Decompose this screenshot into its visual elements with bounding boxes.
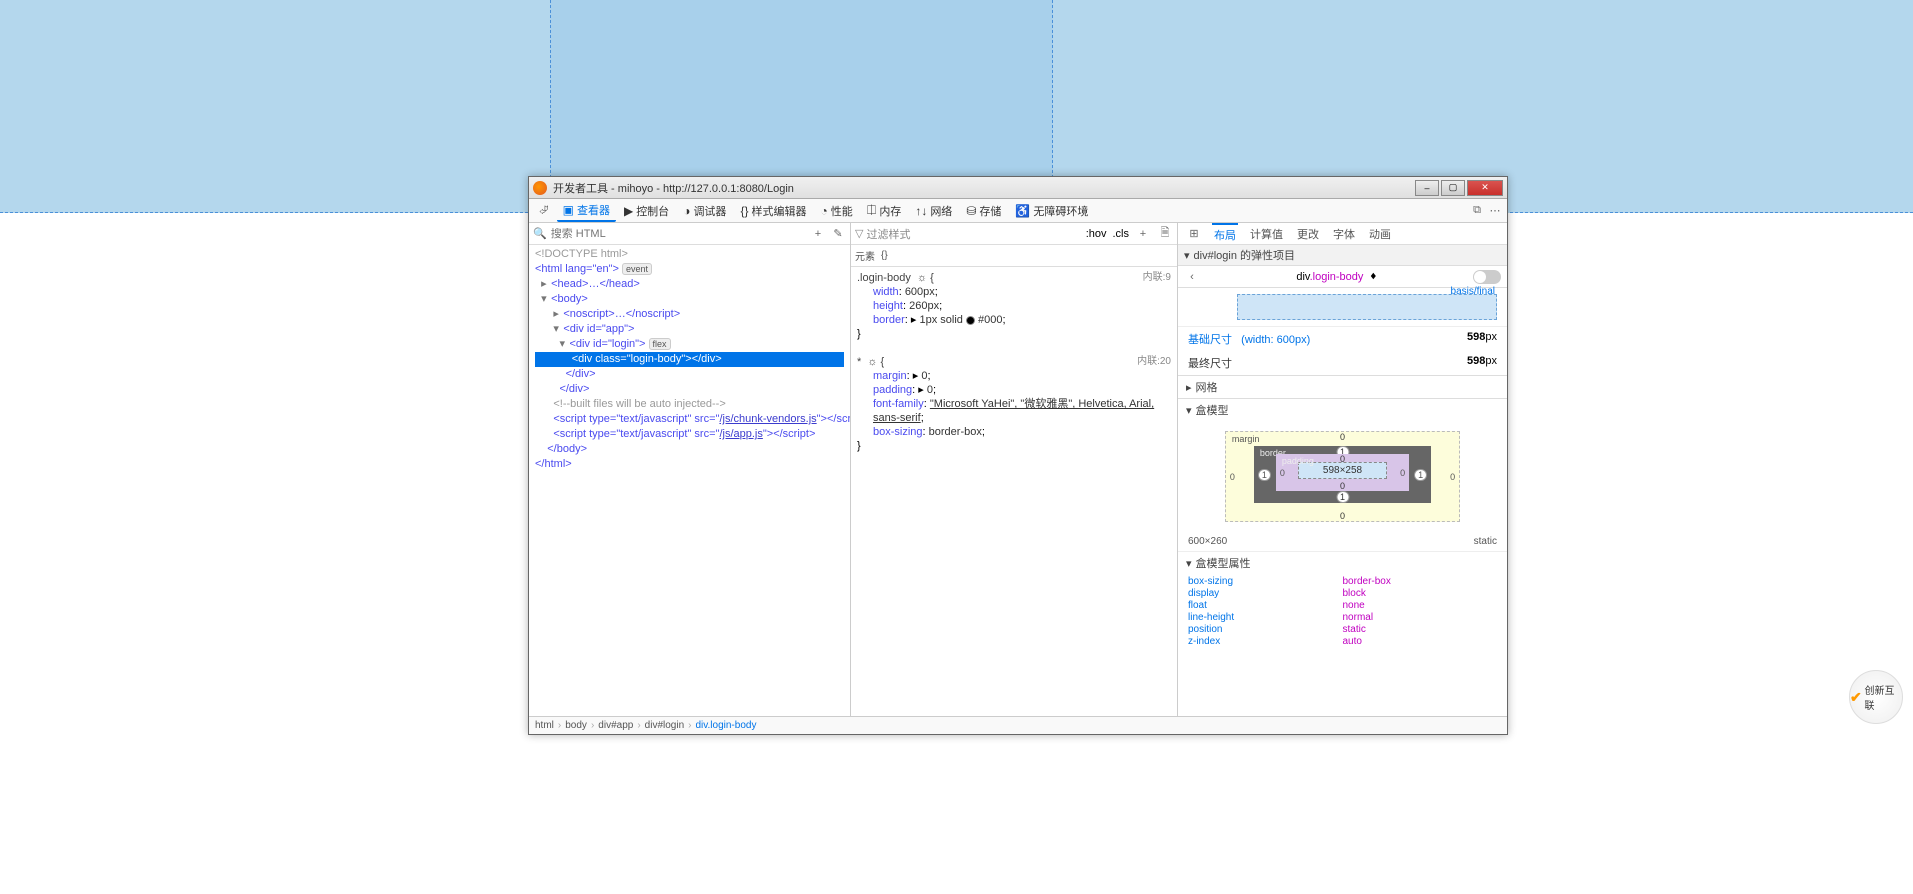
flex-item-path: div.login-body ♦ <box>1206 270 1467 283</box>
devtools-toolbar: ⮰ ▣查看器 ▶控制台 ◑调试器 {}样式编辑器 ◔性能 ⎅内存 ↑↓网络 ⛁存… <box>529 199 1507 223</box>
element-label: 元素 <box>855 248 875 263</box>
styles-rules[interactable]: .login-body ☼ {内联:9 width: 600px; height… <box>851 267 1177 716</box>
copy-styles-button[interactable]: 🗎 <box>1157 226 1173 242</box>
pick-element-button[interactable]: ⮰ <box>533 201 555 220</box>
tab-console[interactable]: ▶控制台 <box>618 201 675 221</box>
storage-icon: ⛁ <box>966 204 976 218</box>
sidebar-toggle-icon[interactable]: ⊞ <box>1186 226 1202 242</box>
styles-filter[interactable]: ▽过滤样式 <box>855 226 1080 242</box>
window-controls: – ▢ ✕ <box>1415 180 1503 196</box>
pointer-icon: ⮰ <box>539 203 549 218</box>
chevron-down-icon: ▾ <box>1186 557 1192 570</box>
hov-toggle[interactable]: :hov <box>1086 228 1107 240</box>
window-title: 开发者工具 - mihoyo - http://127.0.0.1:8080/L… <box>553 180 1415 196</box>
minimize-button[interactable]: – <box>1415 180 1439 196</box>
debugger-icon: ◑ <box>683 204 690 218</box>
tab-fonts[interactable]: 字体 <box>1331 224 1357 244</box>
responsive-mode-button[interactable]: ⧉ <box>1469 203 1485 219</box>
tab-layout[interactable]: 布局 <box>1212 223 1238 245</box>
close-button[interactable]: ✕ <box>1467 180 1503 196</box>
tab-style-editor[interactable]: {}样式编辑器 <box>734 201 812 221</box>
chevron-right-icon: ▸ <box>1186 381 1192 394</box>
kebab-menu-button[interactable]: ⋯ <box>1487 203 1503 219</box>
window-titlebar[interactable]: 开发者工具 - mihoyo - http://127.0.0.1:8080/L… <box>529 177 1507 199</box>
box-props-grid: box-sizingborder-boxdisplayblockfloatnon… <box>1178 574 1507 649</box>
add-node-button[interactable]: + <box>810 226 826 242</box>
tab-animations[interactable]: 动画 <box>1367 224 1393 244</box>
dom-panel: 🔍 + ✎ <!DOCTYPE html> <html lang="en"> e… <box>529 223 851 716</box>
maximize-button[interactable]: ▢ <box>1441 180 1465 196</box>
tab-accessibility[interactable]: ♿无障碍环境 <box>1009 201 1094 221</box>
add-rule-button[interactable]: + <box>1135 226 1151 242</box>
dom-search-row: 🔍 + ✎ <box>529 223 850 245</box>
filter-icon: ▽ <box>855 227 863 240</box>
tab-debugger[interactable]: ◑调试器 <box>677 201 732 221</box>
tab-performance[interactable]: ◔性能 <box>814 201 858 221</box>
basis-final-label: basis/final <box>1451 286 1495 297</box>
chevron-down-icon: ▾ <box>1184 249 1190 262</box>
devtools-window: 开发者工具 - mihoyo - http://127.0.0.1:8080/L… <box>528 176 1508 735</box>
dimension-row: 600×260static <box>1178 532 1507 552</box>
layout-panel: ⊞ 布局 计算值 更改 字体 动画 ▾div#login 的弹性项目 ‹ div… <box>1178 223 1507 716</box>
inspector-icon: ▣ <box>563 203 574 217</box>
tab-inspector[interactable]: ▣查看器 <box>557 200 616 222</box>
firefox-icon <box>533 181 547 195</box>
dom-tree[interactable]: <!DOCTYPE html> <html lang="en"> event ▸… <box>529 245 850 716</box>
network-icon: ↑↓ <box>915 204 927 218</box>
flex-overlay-toggle[interactable] <box>1473 270 1501 284</box>
cls-toggle[interactable]: .cls <box>1113 228 1130 240</box>
a11y-icon: ♿ <box>1015 204 1030 218</box>
memory-icon: ⎅ <box>867 203 877 218</box>
breadcrumb[interactable]: html› body› div#app› div#login› div.logi… <box>529 716 1507 734</box>
tab-computed[interactable]: 计算值 <box>1248 224 1285 244</box>
grid-section[interactable]: ▸网格 <box>1178 376 1507 398</box>
styles-panel: ▽过滤样式 :hov .cls + 🗎 元素 {} .login-body ☼ … <box>851 223 1178 716</box>
boxmodel-section[interactable]: ▾盒模型 <box>1178 399 1507 421</box>
tab-storage[interactable]: ⛁存储 <box>960 201 1007 221</box>
box-model-diagram[interactable]: margin 00 00 border 11 11 padding 00 00 … <box>1178 421 1507 532</box>
flex-prev-button[interactable]: ‹ <box>1184 269 1200 285</box>
watermark-logo: ✔ 创新互联 <box>1849 670 1903 724</box>
search-icon: 🔍 <box>533 227 547 240</box>
tab-network[interactable]: ↑↓网络 <box>909 201 958 221</box>
gauge-icon: ◔ <box>820 204 827 218</box>
tab-memory[interactable]: ⎅内存 <box>861 201 908 221</box>
box-props-header[interactable]: ▾盒模型属性 <box>1178 552 1507 574</box>
dom-selected-node[interactable]: <div class="login-body"></div> <box>535 352 844 367</box>
braces-icon: {} <box>740 204 748 218</box>
dom-search-input[interactable] <box>551 228 806 240</box>
inline-box-icon: {} <box>881 250 888 261</box>
eyedropper-button[interactable]: ✎ <box>830 226 846 242</box>
console-icon: ▶ <box>624 204 633 218</box>
chevron-down-icon: ▾ <box>1186 404 1192 417</box>
flex-section-header[interactable]: ▾div#login 的弹性项目 <box>1178 245 1507 266</box>
tab-changes[interactable]: 更改 <box>1295 224 1321 244</box>
